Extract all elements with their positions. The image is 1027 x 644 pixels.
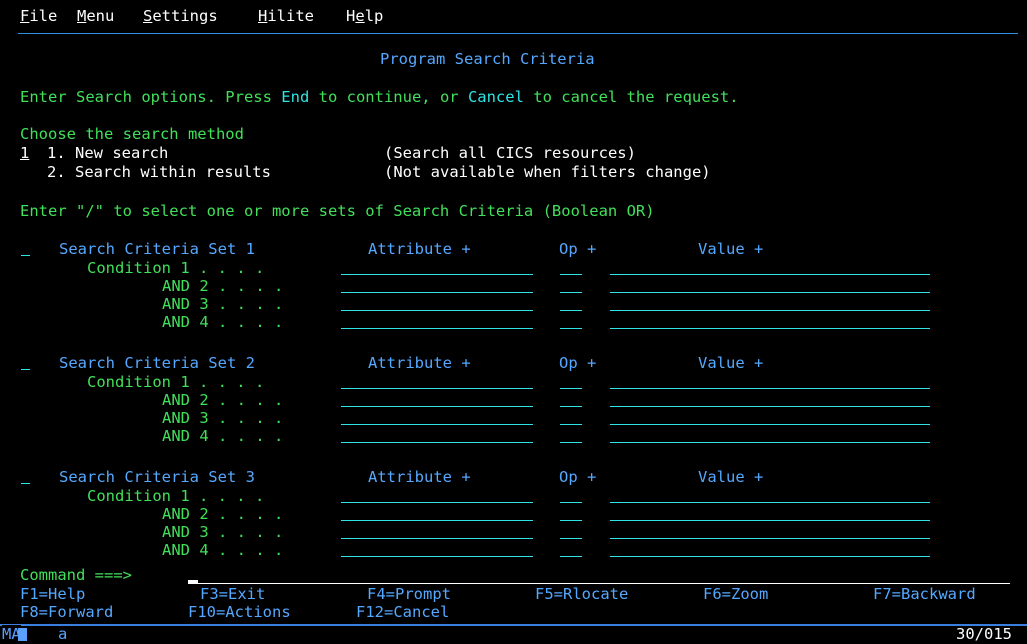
set-3-cond-2-value-field[interactable]: [610, 520, 930, 521]
set-1-cond-2-op-field[interactable]: [560, 292, 582, 293]
set-1-value-header: Value +: [698, 240, 764, 258]
set-3-cond-3-attribute-field[interactable]: [341, 538, 533, 539]
set-1-cond-3-attribute-field[interactable]: [341, 310, 533, 311]
set-1-cond-1-value-field[interactable]: [610, 274, 930, 275]
menu-help[interactable]: Help: [346, 7, 383, 26]
set-1-cond-4-attribute-field[interactable]: [341, 328, 533, 329]
set-2-cond-4-attribute-field[interactable]: [341, 442, 533, 443]
set-3-condition-3-label: AND 3 . . . .: [162, 523, 284, 541]
set-3-cond-1-op-field[interactable]: [560, 502, 582, 503]
set-2-select-field[interactable]: [21, 369, 30, 370]
command-label: Command ===>: [20, 566, 132, 584]
instruction-text: Enter Search options. Press End to conti…: [20, 88, 739, 106]
set-3-condition-4-label: AND 4 . . . .: [162, 541, 284, 559]
set-2-attribute-header: Attribute +: [368, 354, 471, 372]
criteria-prompt: Enter "/" to select one or more sets of …: [20, 202, 655, 220]
set-1-condition-4-label: AND 4 . . . .: [162, 313, 284, 331]
set-2-cond-1-op-field[interactable]: [560, 388, 582, 389]
cancel-keyword: Cancel: [467, 88, 524, 106]
set-3-cond-2-attribute-field[interactable]: [341, 520, 533, 521]
set-1-condition-3-label: AND 3 . . . .: [162, 295, 284, 313]
status-bar: MA a 30/015: [0, 625, 1027, 644]
set-3-condition-2-label: AND 2 . . . .: [162, 505, 284, 523]
set-2-condition-1-label: Condition 1 . . . .: [87, 373, 265, 391]
set-1-condition-1-label: Condition 1 . . . .: [87, 259, 265, 277]
set-1-cond-4-op-field[interactable]: [560, 328, 582, 329]
fkey-rlocate[interactable]: F5=Rlocate: [535, 585, 628, 604]
method-option-2-note: (Not available when filters change): [384, 163, 711, 181]
fkey-exit[interactable]: F3=Exit: [200, 585, 265, 604]
set-1-select-field[interactable]: [21, 255, 30, 256]
set-3-select-field[interactable]: [21, 483, 30, 484]
set-2-condition-3-label: AND 3 . . . .: [162, 409, 284, 427]
set-3-cond-1-value-field[interactable]: [610, 502, 930, 503]
command-input[interactable]: [188, 583, 1010, 584]
fkey-help[interactable]: F1=Help: [20, 585, 85, 604]
cursor-position: 30/015: [956, 625, 1012, 643]
set-1-cond-3-op-field[interactable]: [560, 310, 582, 311]
set-2-op-header: Op +: [559, 354, 597, 372]
method-heading: Choose the search method: [20, 125, 244, 143]
fkey-forward[interactable]: F8=Forward: [20, 603, 113, 622]
set-2-cond-2-attribute-field[interactable]: [341, 406, 533, 407]
set-3-cond-4-attribute-field[interactable]: [341, 556, 533, 557]
menu-help-label: Help: [346, 7, 384, 25]
status-cursor-block: [18, 628, 27, 641]
set-1-cond-3-value-field[interactable]: [610, 310, 930, 311]
set-3-op-header: Op +: [559, 468, 597, 486]
set-2-condition-4-label: AND 4 . . . .: [162, 427, 284, 445]
set-2-cond-3-attribute-field[interactable]: [341, 424, 533, 425]
fkey-actions[interactable]: F10=Actions: [188, 603, 291, 622]
set-2-cond-1-attribute-field[interactable]: [341, 388, 533, 389]
set-1-cond-2-value-field[interactable]: [610, 292, 930, 293]
method-option-1-note: (Search all CICS resources): [384, 144, 636, 162]
page-title: Program Search Criteria: [380, 50, 595, 68]
set-3-cond-1-attribute-field[interactable]: [341, 502, 533, 503]
set-1-cond-1-attribute-field[interactable]: [341, 274, 533, 275]
set-1-title: Search Criteria Set 1: [59, 240, 255, 258]
set-2-cond-2-op-field[interactable]: [560, 406, 582, 407]
set-2-cond-4-value-field[interactable]: [610, 442, 930, 443]
set-2-cond-2-value-field[interactable]: [610, 406, 930, 407]
menu-file[interactable]: File: [20, 7, 57, 26]
menu-hilite[interactable]: Hilite: [258, 7, 314, 26]
end-keyword: End: [281, 88, 310, 106]
method-input[interactable]: 1: [20, 144, 29, 163]
menu-divider: [18, 33, 1018, 34]
set-3-value-header: Value +: [698, 468, 764, 486]
fkey-backward[interactable]: F7=Backward: [873, 585, 976, 604]
set-3-condition-1-label: Condition 1 . . . .: [87, 487, 265, 505]
menu-menu[interactable]: Menu: [77, 7, 114, 26]
fkey-prompt[interactable]: F4=Prompt: [367, 585, 451, 604]
status-indicator: a: [58, 625, 68, 643]
set-3-attribute-header: Attribute +: [368, 468, 471, 486]
set-1-cond-4-value-field[interactable]: [610, 328, 930, 329]
set-2-cond-3-value-field[interactable]: [610, 424, 930, 425]
set-2-cond-3-op-field[interactable]: [560, 424, 582, 425]
set-1-op-header: Op +: [559, 240, 597, 258]
set-1-attribute-header: Attribute +: [368, 240, 471, 258]
set-2-cond-1-value-field[interactable]: [610, 388, 930, 389]
set-3-title: Search Criteria Set 3: [59, 468, 255, 486]
set-2-condition-2-label: AND 2 . . . .: [162, 391, 284, 409]
set-3-cond-4-value-field[interactable]: [610, 556, 930, 557]
set-1-condition-2-label: AND 2 . . . .: [162, 277, 284, 295]
set-3-cond-3-op-field[interactable]: [560, 538, 582, 539]
fkey-zoom[interactable]: F6=Zoom: [703, 585, 768, 604]
set-2-value-header: Value +: [698, 354, 764, 372]
set-1-cond-1-op-field[interactable]: [560, 274, 582, 275]
set-3-cond-3-value-field[interactable]: [610, 538, 930, 539]
set-1-cond-2-attribute-field[interactable]: [341, 292, 533, 293]
set-2-title: Search Criteria Set 2: [59, 354, 255, 372]
method-option-2: 2. Search within results: [47, 163, 271, 181]
set-3-cond-4-op-field[interactable]: [560, 556, 582, 557]
fkey-cancel[interactable]: F12=Cancel: [356, 603, 449, 622]
menu-settings[interactable]: Settings: [143, 7, 218, 26]
set-3-cond-2-op-field[interactable]: [560, 520, 582, 521]
method-option-1: 1. New search: [47, 144, 169, 162]
set-2-cond-4-op-field[interactable]: [560, 442, 582, 443]
